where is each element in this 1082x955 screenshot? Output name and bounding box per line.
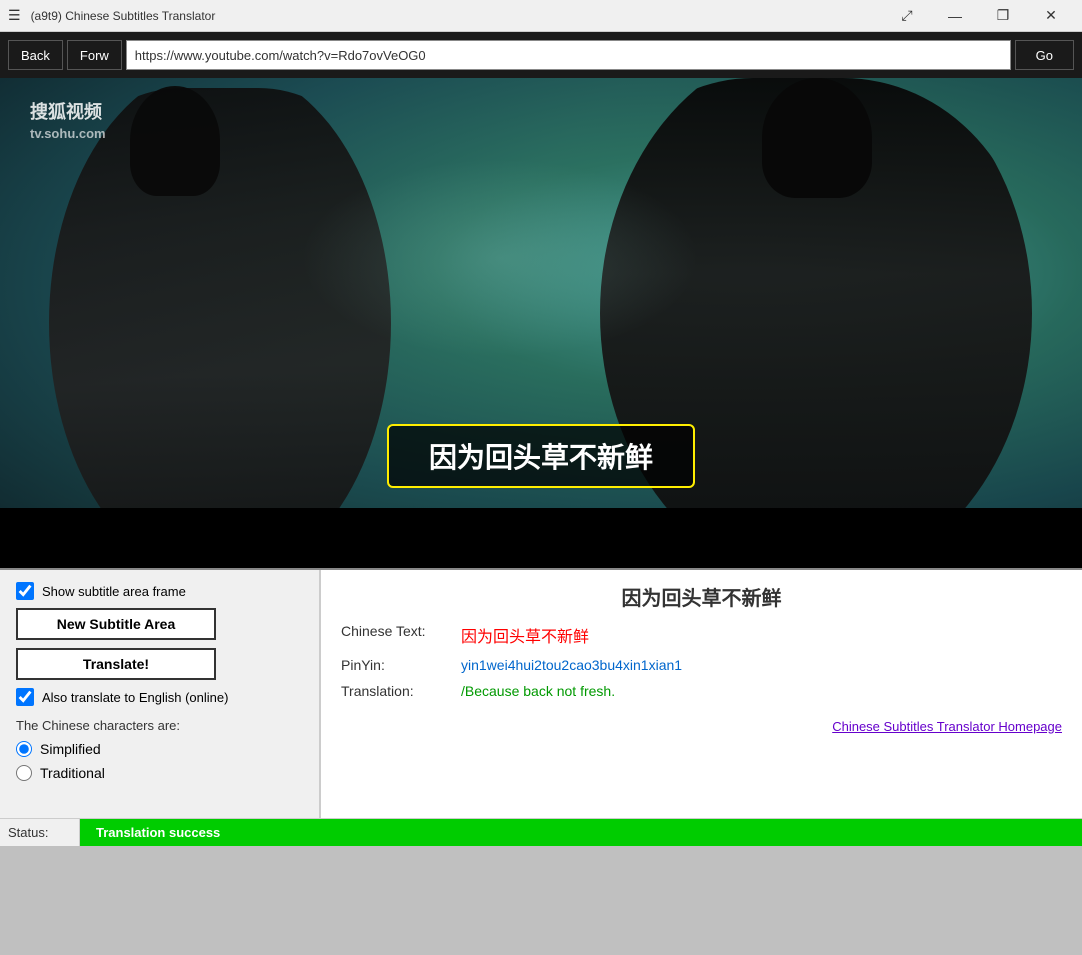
maximize-button[interactable]: ❐ xyxy=(980,1,1026,31)
nav-bar: Back Forw Go xyxy=(0,32,1082,78)
controls-panel: Show subtitle area frame New Subtitle Ar… xyxy=(0,568,1082,818)
also-translate-row: Also translate to English (online) xyxy=(16,688,303,706)
window-controls: ⤢ — ❐ ✕ xyxy=(884,1,1074,31)
chinese-text-row: Chinese Text: 因为回头草不新鲜 xyxy=(341,623,1062,647)
go-button[interactable]: Go xyxy=(1015,40,1074,70)
traditional-row: Traditional xyxy=(16,765,303,781)
status-bar: Status: Translation success xyxy=(0,818,1082,846)
close-button[interactable]: ✕ xyxy=(1028,1,1074,31)
translate-button[interactable]: Translate! xyxy=(16,648,216,680)
status-value: Translation success xyxy=(80,819,1082,846)
mist xyxy=(300,158,700,358)
video-background xyxy=(0,78,1082,568)
chinese-text-label: Chinese Text: xyxy=(341,623,461,639)
new-subtitle-area-button[interactable]: New Subtitle Area xyxy=(16,608,216,640)
menu-icon[interactable]: ☰ xyxy=(8,7,21,24)
back-button[interactable]: Back xyxy=(8,40,63,70)
watermark: 搜狐视频 tv.sohu.com xyxy=(30,98,106,141)
homepage-link[interactable]: Chinese Subtitles Translator Homepage xyxy=(832,719,1062,734)
chinese-chars-label: The Chinese characters are: xyxy=(16,718,303,733)
watermark-line1: 搜狐视频 xyxy=(30,98,106,124)
show-subtitle-frame-label: Show subtitle area frame xyxy=(42,584,186,599)
translation-title: 因为回头草不新鲜 xyxy=(341,582,1062,611)
watermark-line2: tv.sohu.com xyxy=(30,126,106,141)
right-panel: 因为回头草不新鲜 Chinese Text: 因为回头草不新鲜 PinYin: … xyxy=(320,570,1082,818)
chinese-text-value: 因为回头草不新鲜 xyxy=(461,623,589,647)
video-area: 搜狐视频 tv.sohu.com 因为回头草不新鲜 xyxy=(0,78,1082,568)
show-subtitle-frame-checkbox[interactable] xyxy=(16,582,34,600)
subtitle-text: 因为回头草不新鲜 xyxy=(429,442,653,473)
translation-row: Translation: /Because back not fresh. xyxy=(341,683,1062,699)
pinyin-value: yin1wei4hui2tou2cao3bu4xin1xian1 xyxy=(461,657,682,673)
app-title: (a9t9) Chinese Subtitles Translator xyxy=(31,9,884,23)
traditional-radio[interactable] xyxy=(16,765,32,781)
url-input[interactable] xyxy=(126,40,1011,70)
restore-button[interactable]: ⤢ xyxy=(884,1,930,31)
translation-value: /Because back not fresh. xyxy=(461,683,615,699)
hair-left xyxy=(130,86,220,196)
pinyin-row: PinYin: yin1wei4hui2tou2cao3bu4xin1xian1 xyxy=(341,657,1062,673)
subtitle-overlay[interactable]: 因为回头草不新鲜 xyxy=(387,424,695,488)
simplified-label: Simplified xyxy=(40,741,101,757)
pinyin-label: PinYin: xyxy=(341,657,461,673)
title-bar: ☰ (a9t9) Chinese Subtitles Translator ⤢ … xyxy=(0,0,1082,32)
video-bottom-bar xyxy=(0,508,1082,568)
simplified-radio[interactable] xyxy=(16,741,32,757)
also-translate-checkbox[interactable] xyxy=(16,688,34,706)
forward-button[interactable]: Forw xyxy=(67,40,122,70)
minimize-button[interactable]: — xyxy=(932,1,978,31)
show-subtitle-frame-row: Show subtitle area frame xyxy=(16,582,303,600)
traditional-label: Traditional xyxy=(40,765,105,781)
simplified-row: Simplified xyxy=(16,741,303,757)
left-panel: Show subtitle area frame New Subtitle Ar… xyxy=(0,570,320,818)
also-translate-label: Also translate to English (online) xyxy=(42,690,228,705)
translation-label: Translation: xyxy=(341,683,461,699)
hair-right xyxy=(762,78,872,198)
status-label: Status: xyxy=(0,819,80,846)
